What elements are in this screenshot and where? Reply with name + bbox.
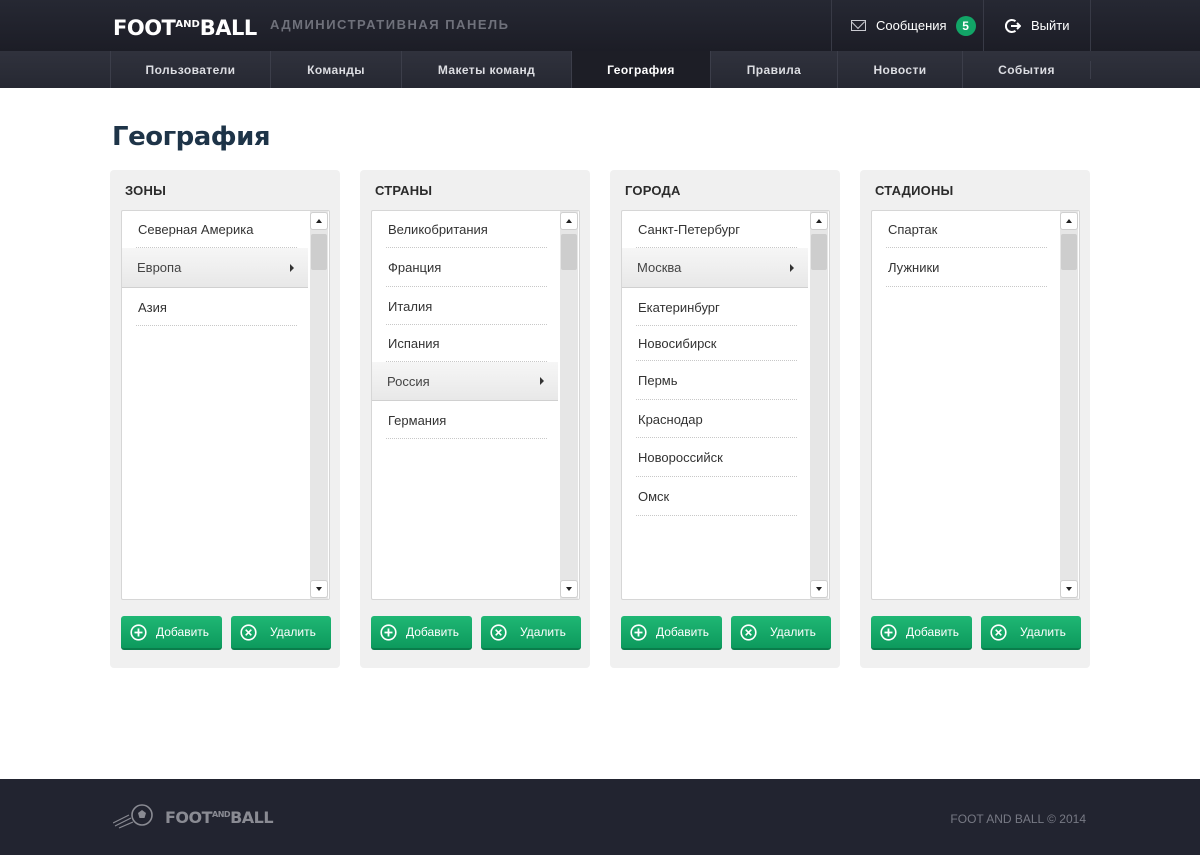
add-zone-button[interactable]: Добавить [121, 616, 222, 650]
close-circle-icon [490, 623, 507, 641]
list-item[interactable]: Краснодар [622, 400, 808, 438]
page-title: География [112, 122, 271, 152]
copyright-text: FOOT AND BALL © 2014 [950, 812, 1086, 826]
main-nav: Пользователи Команды Макеты команд Геогр… [0, 51, 1200, 88]
scroll-up-button[interactable] [810, 212, 828, 230]
scroll-down-button[interactable] [1060, 580, 1078, 598]
messages-count-badge: 5 [955, 15, 976, 36]
plus-circle-icon [380, 623, 397, 641]
nav-item-geography[interactable]: География [571, 51, 710, 88]
panel-title: СТРАНЫ [375, 183, 433, 198]
list-item[interactable]: Великобритания [372, 211, 558, 248]
panel-title: ЗОНЫ [125, 183, 166, 198]
scroll-up-button[interactable] [560, 212, 578, 230]
close-circle-icon [740, 623, 757, 641]
list-item[interactable]: Лужники [872, 248, 1058, 287]
plus-circle-icon [630, 623, 647, 641]
list-item[interactable]: Санкт-Петербург [622, 211, 808, 248]
logout-icon [1005, 18, 1021, 33]
admin-panel-title: АДМИНИСТРАТИВНАЯ ПАНЕЛЬ [270, 17, 510, 32]
arrow-down-icon [566, 587, 572, 591]
arrow-right-icon [540, 377, 544, 385]
site-logo[interactable]: FOOTANDBALL [113, 13, 257, 40]
delete-country-button[interactable]: Удалить [481, 616, 581, 650]
envelope-icon [851, 20, 866, 31]
scroll-thumb[interactable] [561, 234, 577, 270]
arrow-up-icon [316, 219, 322, 223]
nav-item-teams[interactable]: Команды [270, 51, 401, 88]
nav-item-news[interactable]: Новости [837, 51, 962, 88]
panel-countries: СТРАНЫ Великобритания Франция Италия Исп… [360, 170, 590, 668]
add-city-button[interactable]: Добавить [621, 616, 722, 650]
scrollbar[interactable] [1060, 211, 1078, 599]
delete-stadium-button[interactable]: Удалить [981, 616, 1081, 650]
panel-stadiums: СТАДИОНЫ Спартак Лужники Добавить Удалит… [860, 170, 1090, 668]
football-icon [113, 804, 153, 829]
list-item[interactable]: Пермь [622, 361, 808, 400]
footer-logo[interactable]: FOOTANDBALL [165, 808, 274, 827]
scroll-up-button[interactable] [1060, 212, 1078, 230]
arrow-up-icon [1066, 219, 1072, 223]
arrow-up-icon [816, 219, 822, 223]
arrow-right-icon [290, 263, 294, 272]
list-item[interactable]: Германия [372, 401, 558, 439]
delete-zone-button[interactable]: Удалить [231, 616, 331, 650]
arrow-down-icon [1066, 587, 1072, 591]
list-item-selected[interactable]: Россия [372, 362, 558, 401]
messages-label: Сообщения [876, 18, 947, 33]
nav-item-team-layouts[interactable]: Макеты команд [401, 51, 571, 88]
add-country-button[interactable]: Добавить [371, 616, 472, 650]
delete-city-button[interactable]: Удалить [731, 616, 831, 650]
list-item[interactable]: Екатеринбург [622, 288, 808, 326]
footer: FOOTANDBALL FOOT AND BALL © 2014 [0, 779, 1200, 855]
scroll-down-button[interactable] [560, 580, 578, 598]
close-circle-icon [240, 623, 257, 641]
messages-button[interactable]: Сообщения 5 [831, 0, 984, 51]
list-item-selected[interactable]: Европа [122, 248, 308, 288]
panel-title: ГОРОДА [625, 183, 681, 198]
nav-item-users[interactable]: Пользователи [110, 51, 270, 88]
top-bar: FOOTANDBALL АДМИНИСТРАТИВНАЯ ПАНЕЛЬ Сооб… [0, 0, 1200, 51]
list-item[interactable]: Испания [372, 325, 558, 362]
nav-divider [1090, 61, 1091, 79]
zones-list[interactable]: Северная Америка Европа Азия [121, 210, 330, 600]
nav-item-events[interactable]: События [962, 51, 1090, 88]
list-item[interactable]: Северная Америка [122, 211, 308, 248]
list-item[interactable]: Азия [122, 288, 308, 326]
add-stadium-button[interactable]: Добавить [871, 616, 972, 650]
list-item[interactable]: Новороссийск [622, 438, 808, 477]
list-item[interactable]: Спартак [872, 211, 1058, 248]
arrow-down-icon [316, 587, 322, 591]
scroll-thumb[interactable] [811, 234, 827, 270]
list-item[interactable]: Италия [372, 287, 558, 325]
scroll-thumb[interactable] [311, 234, 327, 270]
list-item[interactable]: Франция [372, 248, 558, 287]
list-item[interactable]: Омск [622, 477, 808, 516]
plus-circle-icon [880, 623, 897, 641]
scroll-thumb[interactable] [1061, 234, 1077, 270]
list-item-selected[interactable]: Москва [622, 248, 808, 288]
countries-list[interactable]: Великобритания Франция Италия Испания Ро… [371, 210, 580, 600]
panel-cities: ГОРОДА Санкт-Петербург Москва Екатеринбу… [610, 170, 840, 668]
cities-list[interactable]: Санкт-Петербург Москва Екатеринбург Ново… [621, 210, 830, 600]
nav-item-rules[interactable]: Правила [710, 51, 837, 88]
scrollbar[interactable] [810, 211, 828, 599]
panel-title: СТАДИОНЫ [875, 183, 954, 198]
arrow-up-icon [566, 219, 572, 223]
close-circle-icon [990, 623, 1007, 641]
scroll-down-button[interactable] [810, 580, 828, 598]
arrow-down-icon [816, 587, 822, 591]
stadiums-list[interactable]: Спартак Лужники [871, 210, 1080, 600]
list-item[interactable]: Новосибирск [622, 326, 808, 361]
plus-circle-icon [130, 623, 147, 641]
panel-zones: ЗОНЫ Северная Америка Европа Азия Добави… [110, 170, 340, 668]
logout-button[interactable]: Выйти [983, 0, 1091, 51]
scroll-down-button[interactable] [310, 580, 328, 598]
logout-label: Выйти [1031, 18, 1070, 33]
arrow-right-icon [790, 263, 794, 272]
scrollbar[interactable] [560, 211, 578, 599]
scroll-up-button[interactable] [310, 212, 328, 230]
scrollbar[interactable] [310, 211, 328, 599]
